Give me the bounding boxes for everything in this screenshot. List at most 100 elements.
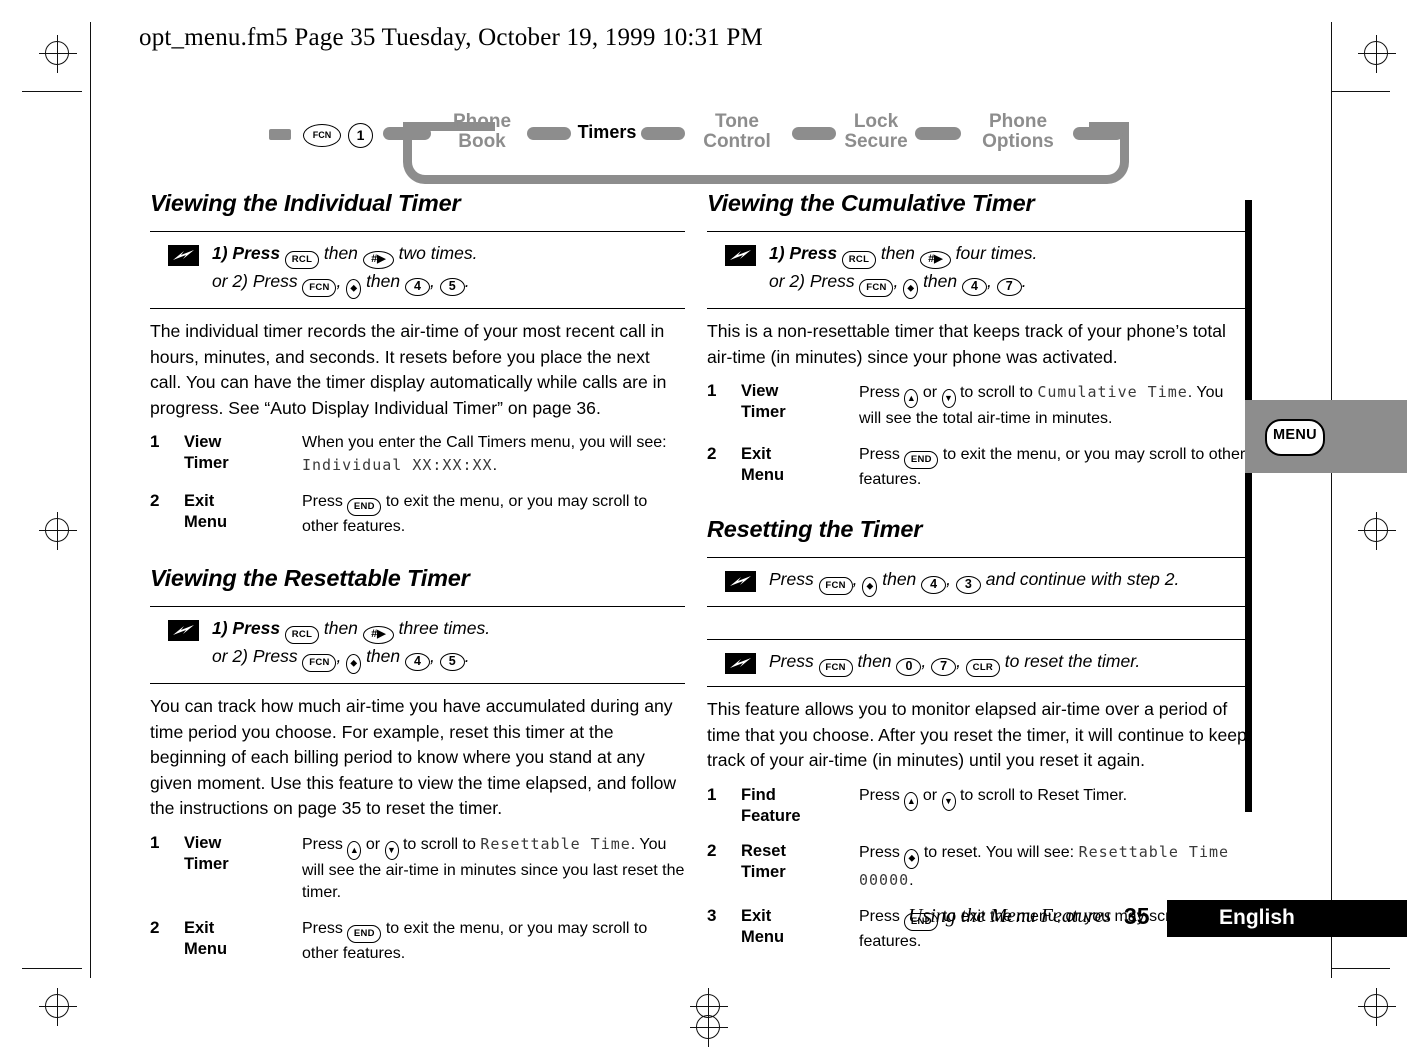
key-7-icon[interactable]: 7 <box>931 658 957 676</box>
nav-key-fcn[interactable]: FCN <box>303 124 341 147</box>
key-scroll-down-icon[interactable]: ▼ <box>384 840 399 860</box>
step-name: Exit Menu <box>741 906 785 946</box>
menu-path-navigation: FCN 1 Phone Book Timers Tone Control Loc… <box>255 100 1145 186</box>
crop-line-top-right-h <box>1332 91 1390 92</box>
key-clr-icon[interactable]: CLR <box>965 659 1000 677</box>
nav-item-phone-options[interactable]: Phone Options <box>959 112 1077 152</box>
crop-line-bottom-right-h <box>1332 968 1390 969</box>
key-fcn-icon[interactable]: FCN <box>302 279 337 297</box>
key-scroll-icon[interactable]: ⬥ <box>346 279 362 299</box>
nav-key-1-label: 1 <box>356 127 365 143</box>
nav-connector-0 <box>383 127 431 140</box>
table-row: 1 View Timer Press ▲ or ▼ to scroll to R… <box>150 828 685 913</box>
nav-connector-1 <box>527 127 571 140</box>
key-4-icon[interactable]: 4 <box>405 653 430 671</box>
nav-item-lock-secure[interactable]: Lock Secure <box>833 112 919 152</box>
step-number: 3 <box>707 905 717 925</box>
lcd-text: Individual XX:XX:XX <box>302 456 493 474</box>
tip-mid-2: then <box>366 271 401 291</box>
lightning-bolt-icon <box>725 571 756 592</box>
key-hash-arrow-icon[interactable]: #▶ <box>362 626 394 644</box>
key-5-icon[interactable]: 5 <box>439 278 465 296</box>
nav-item-lock-secure-line1: Lock <box>853 111 899 132</box>
language-label: English <box>1219 906 1295 929</box>
nav-connector-5 <box>1073 127 1123 140</box>
steps-table-individual-timer: 1 View Timer When you enter the Call Tim… <box>150 427 685 547</box>
key-hash-arrow-icon[interactable]: #▶ <box>362 251 394 269</box>
nav-item-tone-control[interactable]: Tone Control <box>681 112 793 152</box>
step-description: Press ▲ or ▼ to scroll to Cumulative Tim… <box>859 383 1224 427</box>
heading-viewing-individual-timer: Viewing the Individual Timer <box>150 190 461 216</box>
key-rcl-icon[interactable]: RCL <box>284 626 319 644</box>
step-description: Press ▲ or ▼ to scroll to Reset Timer. <box>859 780 1247 836</box>
key-rcl-icon[interactable]: RCL <box>841 251 876 269</box>
step-description: Press END to exit the menu, or you may s… <box>859 446 1246 488</box>
step-name: View Timer <box>741 382 786 421</box>
step-number: 2 <box>707 840 717 860</box>
key-scroll-up-icon[interactable]: ▲ <box>904 791 919 811</box>
key-fcn-icon[interactable]: FCN <box>859 279 894 297</box>
step-number: 1 <box>707 784 717 804</box>
key-scroll-up-icon[interactable]: ▲ <box>347 840 362 860</box>
crop-line-top-left-v <box>90 22 91 82</box>
menu-button-icon[interactable]: MENU <box>1265 419 1325 456</box>
step-description: Press END to exit the menu, or you may s… <box>302 493 648 535</box>
key-fcn-icon[interactable]: FCN <box>818 659 853 677</box>
crop-line-top-left-h <box>22 91 82 92</box>
key-scroll-icon[interactable]: ⬥ <box>904 848 920 869</box>
key-scroll-down-icon[interactable]: ▼ <box>941 791 956 811</box>
step-name: Exit Menu <box>741 445 785 484</box>
key-fcn-icon[interactable]: FCN <box>302 654 337 672</box>
lcd-text: Resettable Time <box>480 834 631 853</box>
key-rcl-icon[interactable]: RCL <box>284 251 319 269</box>
tip-reset-step2: Press FCN, ⬥ then 4, 3 and continue with… <box>707 557 1247 607</box>
lightning-bolt-icon <box>725 653 756 674</box>
key-7-icon[interactable]: 7 <box>996 278 1022 296</box>
tip-post-1: two times. <box>398 243 478 263</box>
heading-viewing-cumulative-timer: Viewing the Cumulative Timer <box>707 190 1035 216</box>
step-number: 1 <box>150 432 160 451</box>
nav-key-1[interactable]: 1 <box>348 123 373 148</box>
step-description: Press ⬥ to reset. You will see: Resettab… <box>859 842 1230 889</box>
key-hash-arrow-icon[interactable]: #▶ <box>919 251 951 269</box>
step-description: Press ▲ or ▼ to scroll to Resettable Tim… <box>302 834 685 901</box>
nav-item-phone-options-line2: Options <box>982 131 1054 152</box>
key-end-icon[interactable]: END <box>347 498 382 516</box>
step-description: Press END to exit the menu, or you may s… <box>302 919 648 962</box>
key-5-icon[interactable]: 5 <box>439 653 465 671</box>
nav-item-phone-book-line2: Book <box>458 131 506 152</box>
key-scroll-icon[interactable]: ⬥ <box>346 654 362 674</box>
table-row: 2 Exit Menu Press END to exit the menu, … <box>707 439 1247 500</box>
page-number: 35 <box>1124 903 1150 929</box>
key-4-icon[interactable]: 4 <box>962 278 987 296</box>
key-scroll-icon[interactable]: ⬥ <box>903 279 919 299</box>
key-fcn-icon[interactable]: FCN <box>818 577 853 595</box>
key-scroll-down-icon[interactable]: ▼ <box>941 389 956 408</box>
key-scroll-icon[interactable]: ⬥ <box>862 577 878 597</box>
nav-item-timers[interactable]: Timers <box>571 122 643 142</box>
nav-key-fcn-label: FCN <box>312 130 332 140</box>
steps-table-resettable-timer: 1 View Timer Press ▲ or ▼ to scroll to R… <box>150 828 685 974</box>
footer-note: Using the Menu Features <box>908 905 1112 927</box>
table-row: 2 Exit Menu Press END to exit the menu, … <box>150 486 685 547</box>
nav-item-tone-control-line1: Tone <box>715 111 759 132</box>
file-header: opt_menu.fm5 Page 35 Tuesday, October 19… <box>139 24 763 51</box>
key-3-icon[interactable]: 3 <box>955 576 981 594</box>
key-4-icon[interactable]: 4 <box>405 278 430 296</box>
key-scroll-up-icon[interactable]: ▲ <box>904 389 919 408</box>
paragraph-individual-timer: The individual timer records the air-tim… <box>150 321 667 418</box>
key-0-icon[interactable]: 0 <box>896 658 922 676</box>
heading-viewing-resettable-timer: Viewing the Resettable Timer <box>150 565 470 591</box>
heading-resetting-the-timer: Resetting the Timer <box>707 516 923 542</box>
table-row: 2 Reset Timer Press ⬥ to reset. You will… <box>707 836 1247 901</box>
menu-button-label: MENU <box>1273 427 1317 443</box>
nav-connector-4 <box>915 127 961 140</box>
nav-item-phone-book[interactable]: Phone Book <box>438 112 526 152</box>
key-end-icon[interactable]: END <box>904 451 939 469</box>
key-end-icon[interactable]: END <box>347 924 382 943</box>
tip-individual-timer-text: 1) Press RCL then #▶ two times. or 2) Pr… <box>212 241 477 299</box>
key-4-icon[interactable]: 4 <box>921 576 947 594</box>
step-name: View Timer <box>184 433 229 472</box>
crop-line-top-right-v <box>1331 22 1332 82</box>
nav-item-tone-control-line2: Control <box>703 131 771 152</box>
